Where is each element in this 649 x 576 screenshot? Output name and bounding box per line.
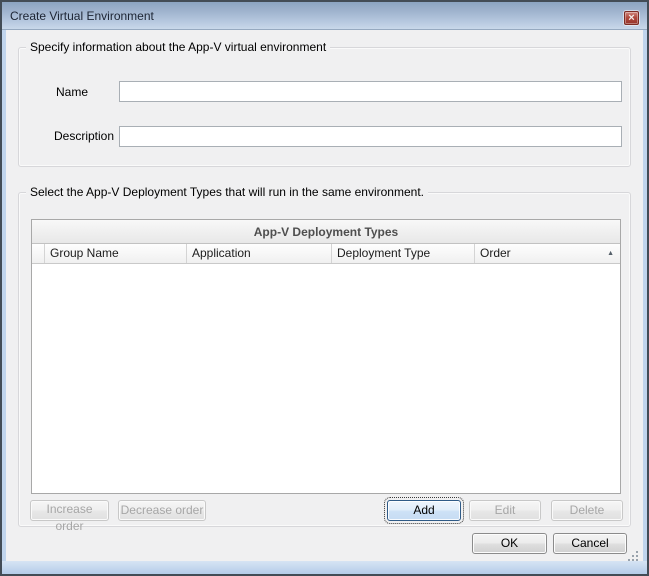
deployment-groupbox-legend: Select the App-V Deployment Types that w… [26, 185, 428, 199]
column-header-order[interactable]: Order ▲ [475, 244, 620, 263]
description-label: Description [54, 129, 114, 143]
ok-button[interactable]: OK [472, 533, 547, 554]
edit-button[interactable]: Edit [469, 500, 541, 521]
create-virtual-environment-dialog: Create Virtual Environment × Specify inf… [0, 0, 649, 576]
window-frame-bottom [2, 561, 647, 574]
delete-button[interactable]: Delete [551, 500, 623, 521]
table-column-headers: Group Name Application Deployment Type O… [32, 244, 620, 264]
sort-ascending-icon: ▲ [607, 250, 614, 257]
deployment-types-table: App-V Deployment Types Group Name Applic… [31, 219, 621, 494]
deployment-groupbox: Select the App-V Deployment Types that w… [18, 192, 631, 527]
window-title: Create Virtual Environment [10, 2, 154, 30]
column-header-group-name[interactable]: Group Name [45, 244, 187, 263]
column-header-application[interactable]: Application [187, 244, 332, 263]
info-groupbox: Specify information about the App-V virt… [18, 47, 631, 167]
window-frame-right [643, 30, 647, 574]
info-groupbox-legend: Specify information about the App-V virt… [26, 40, 330, 54]
table-title: App-V Deployment Types [32, 220, 620, 244]
window-frame-left [2, 30, 6, 574]
description-input[interactable] [119, 126, 622, 147]
column-header-selector[interactable] [32, 244, 45, 263]
decrease-order-button[interactable]: Decrease order [118, 500, 206, 521]
column-header-deployment-type[interactable]: Deployment Type [332, 244, 475, 263]
close-icon: × [628, 12, 634, 24]
add-button[interactable]: Add [387, 500, 461, 521]
close-button[interactable]: × [624, 11, 639, 25]
name-label: Name [56, 85, 88, 99]
table-body[interactable] [32, 264, 620, 493]
column-header-order-label: Order [480, 244, 511, 263]
title-bar[interactable]: Create Virtual Environment × [2, 2, 647, 30]
name-input[interactable] [119, 81, 622, 102]
cancel-button[interactable]: Cancel [553, 533, 627, 554]
increase-order-button[interactable]: Increase order [30, 500, 109, 521]
